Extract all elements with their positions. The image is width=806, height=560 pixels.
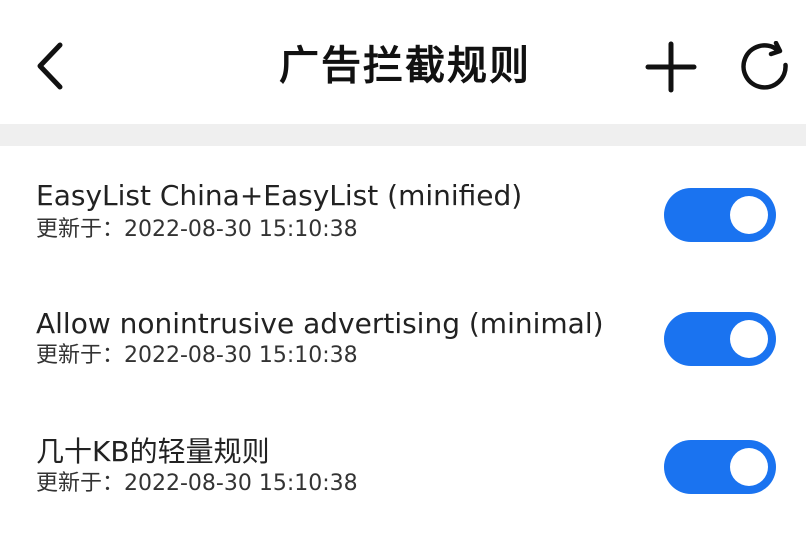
rule-item[interactable]: Allow nonintrusive advertising (minimal)…	[0, 292, 806, 414]
top-app-bar: 广告拦截规则	[0, 0, 806, 124]
toggle-knob	[730, 448, 768, 486]
rule-item[interactable]: EasyList China+EasyList (minified) 更新于：2…	[0, 164, 806, 286]
rule-name: EasyList China+EasyList (minified)	[36, 179, 523, 212]
refresh-button[interactable]	[734, 36, 796, 98]
toggle-knob	[730, 320, 768, 358]
plus-icon	[645, 41, 697, 93]
section-divider	[0, 124, 806, 146]
page-title: 广告拦截规则	[279, 43, 531, 89]
rule-item[interactable]: 几十KB的轻量规则 更新于：2022-08-30 15:10:38	[0, 420, 806, 542]
rule-updated-time: 更新于：2022-08-30 15:10:38	[36, 217, 358, 242]
rule-name: 几十KB的轻量规则	[36, 435, 270, 468]
rule-updated-time: 更新于：2022-08-30 15:10:38	[36, 471, 358, 496]
rule-toggle[interactable]	[664, 440, 776, 494]
back-button[interactable]	[22, 36, 76, 96]
chevron-left-icon	[37, 42, 63, 90]
refresh-icon	[741, 41, 788, 90]
rule-updated-time: 更新于：2022-08-30 15:10:38	[36, 343, 358, 368]
toggle-knob	[730, 196, 768, 234]
rule-name: Allow nonintrusive advertising (minimal)	[36, 307, 604, 340]
rule-toggle[interactable]	[664, 188, 776, 242]
rule-toggle[interactable]	[664, 312, 776, 366]
add-rule-button[interactable]	[640, 36, 702, 98]
